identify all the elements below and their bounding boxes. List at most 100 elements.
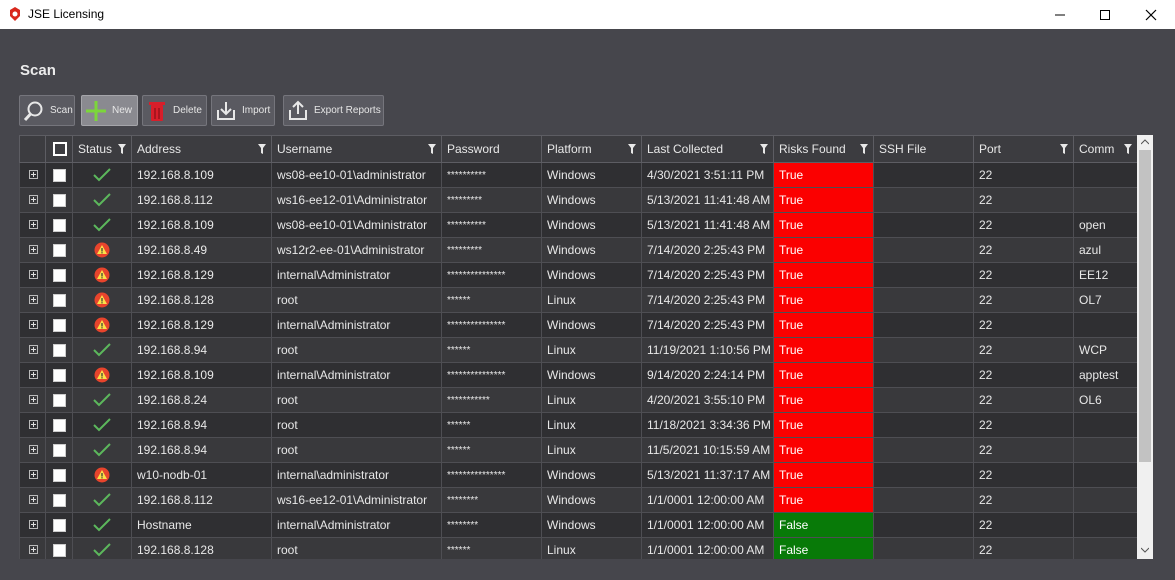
row-expander[interactable] bbox=[19, 487, 46, 513]
row-checkbox[interactable] bbox=[45, 412, 73, 438]
row-expander[interactable] bbox=[19, 162, 46, 188]
table-row[interactable]: 192.168.8.109 ws08-ee10-01\administrator *… bbox=[19, 162, 1137, 188]
maximize-button[interactable] bbox=[1082, 0, 1128, 29]
expand-icon[interactable] bbox=[29, 295, 38, 304]
expand-icon[interactable] bbox=[29, 420, 38, 429]
checkbox-icon[interactable] bbox=[53, 219, 66, 233]
checkbox-icon[interactable] bbox=[53, 394, 66, 408]
row-checkbox[interactable] bbox=[45, 237, 73, 263]
row-expander[interactable] bbox=[19, 312, 46, 338]
checkbox-icon[interactable] bbox=[53, 244, 66, 258]
checkbox-icon[interactable] bbox=[53, 369, 66, 383]
checkbox-icon[interactable] bbox=[53, 294, 66, 308]
expand-icon[interactable] bbox=[29, 270, 38, 279]
row-checkbox[interactable] bbox=[45, 262, 73, 288]
row-checkbox[interactable] bbox=[45, 462, 73, 488]
close-button[interactable] bbox=[1128, 0, 1174, 29]
checkbox-icon[interactable] bbox=[53, 344, 66, 358]
column-header-password[interactable]: Password bbox=[441, 135, 542, 163]
expand-icon[interactable] bbox=[29, 370, 38, 379]
row-checkbox[interactable] bbox=[45, 437, 73, 463]
checkbox-icon[interactable] bbox=[53, 469, 66, 483]
table-row[interactable]: w10-nodb-01 internal\administrator *******… bbox=[19, 462, 1137, 488]
row-expander[interactable] bbox=[19, 512, 46, 538]
table-row[interactable]: 192.168.8.112 ws16-ee12-01\Administrator *… bbox=[19, 487, 1137, 513]
row-checkbox[interactable] bbox=[45, 387, 73, 413]
import-button[interactable]: Import bbox=[211, 95, 275, 126]
row-checkbox[interactable] bbox=[45, 162, 73, 188]
filter-icon[interactable] bbox=[118, 144, 126, 154]
column-header-risks-found[interactable]: Risks Found bbox=[773, 135, 874, 163]
scrollbar-thumb[interactable] bbox=[1139, 150, 1151, 462]
vertical-scrollbar[interactable] bbox=[1137, 135, 1153, 559]
new-button[interactable]: New bbox=[81, 95, 138, 126]
row-expander[interactable] bbox=[19, 462, 46, 488]
row-expander[interactable] bbox=[19, 387, 46, 413]
column-header-username[interactable]: Username bbox=[271, 135, 442, 163]
checkbox-icon[interactable] bbox=[53, 494, 66, 508]
row-checkbox[interactable] bbox=[45, 337, 73, 363]
scan-button[interactable]: Scan bbox=[19, 95, 75, 126]
row-checkbox[interactable] bbox=[45, 287, 73, 313]
minimize-button[interactable] bbox=[1037, 0, 1083, 29]
checkbox-icon[interactable] bbox=[53, 269, 66, 283]
table-row[interactable]: 192.168.8.109 ws08-ee10-01\Administrator *… bbox=[19, 212, 1137, 238]
column-header-ssh-file[interactable]: SSH File bbox=[873, 135, 974, 163]
column-header-status[interactable]: Status bbox=[72, 135, 132, 163]
column-header-last-collected[interactable]: Last Collected bbox=[641, 135, 774, 163]
column-header-comm[interactable]: Comm bbox=[1073, 135, 1137, 163]
delete-button[interactable]: Delete bbox=[142, 95, 207, 126]
filter-icon[interactable] bbox=[258, 144, 266, 154]
row-checkbox[interactable] bbox=[45, 537, 73, 559]
row-checkbox[interactable] bbox=[45, 312, 73, 338]
expand-icon[interactable] bbox=[29, 470, 38, 479]
expand-icon[interactable] bbox=[29, 545, 38, 554]
checkbox-icon[interactable] bbox=[53, 419, 66, 433]
row-checkbox[interactable] bbox=[45, 212, 73, 238]
expand-icon[interactable] bbox=[29, 245, 38, 254]
filter-icon[interactable] bbox=[1060, 144, 1068, 154]
expand-icon[interactable] bbox=[29, 170, 38, 179]
export-reports-button[interactable]: Export Reports bbox=[283, 95, 384, 126]
checkbox-icon[interactable] bbox=[53, 444, 66, 458]
row-expander[interactable] bbox=[19, 237, 46, 263]
table-row[interactable]: 192.168.8.94 root ****** Linux 11/5/2021 10:… bbox=[19, 437, 1137, 463]
checkbox-icon[interactable] bbox=[53, 544, 66, 558]
row-expander[interactable] bbox=[19, 212, 46, 238]
select-all-checkbox[interactable] bbox=[45, 135, 73, 163]
expand-icon[interactable] bbox=[29, 195, 38, 204]
expand-icon[interactable] bbox=[29, 345, 38, 354]
expand-icon[interactable] bbox=[29, 220, 38, 229]
row-expander[interactable] bbox=[19, 187, 46, 213]
row-checkbox[interactable] bbox=[45, 362, 73, 388]
filter-icon[interactable] bbox=[760, 144, 768, 154]
scroll-down-icon[interactable] bbox=[1141, 547, 1149, 553]
checkbox-icon[interactable] bbox=[53, 169, 66, 183]
checkbox-icon[interactable] bbox=[53, 194, 66, 208]
table-row[interactable]: 192.168.8.49 ws12r2-ee-01\Administrator **… bbox=[19, 237, 1137, 263]
scroll-up-icon[interactable] bbox=[1141, 139, 1149, 145]
filter-icon[interactable] bbox=[628, 144, 636, 154]
table-row[interactable]: 192.168.8.129 internal\Administrator *****… bbox=[19, 262, 1137, 288]
expand-icon[interactable] bbox=[29, 520, 38, 529]
row-checkbox[interactable] bbox=[45, 512, 73, 538]
expand-icon[interactable] bbox=[29, 320, 38, 329]
filter-icon[interactable] bbox=[860, 144, 868, 154]
table-row[interactable]: 192.168.8.112 ws16-ee12-01\Administrator *… bbox=[19, 187, 1137, 213]
expand-icon[interactable] bbox=[29, 395, 38, 404]
checkbox-icon[interactable] bbox=[53, 519, 66, 533]
checkbox-icon[interactable] bbox=[53, 319, 66, 333]
expand-icon[interactable] bbox=[29, 445, 38, 454]
table-row[interactable]: 192.168.8.129 internal\Administrator *****… bbox=[19, 312, 1137, 338]
row-checkbox[interactable] bbox=[45, 487, 73, 513]
row-expander[interactable] bbox=[19, 537, 46, 559]
row-expander[interactable] bbox=[19, 437, 46, 463]
table-row[interactable]: 192.168.8.94 root ****** Linux 11/19/2021 1:… bbox=[19, 337, 1137, 363]
column-header-platform[interactable]: Platform bbox=[541, 135, 642, 163]
table-row[interactable]: Hostname internal\Administrator ******** Wi… bbox=[19, 512, 1137, 538]
row-expander[interactable] bbox=[19, 262, 46, 288]
row-expander[interactable] bbox=[19, 287, 46, 313]
row-expander[interactable] bbox=[19, 412, 46, 438]
filter-icon[interactable] bbox=[1124, 144, 1132, 154]
table-row[interactable]: 192.168.8.128 root ****** Linux 1/1/0001 12:… bbox=[19, 537, 1137, 559]
